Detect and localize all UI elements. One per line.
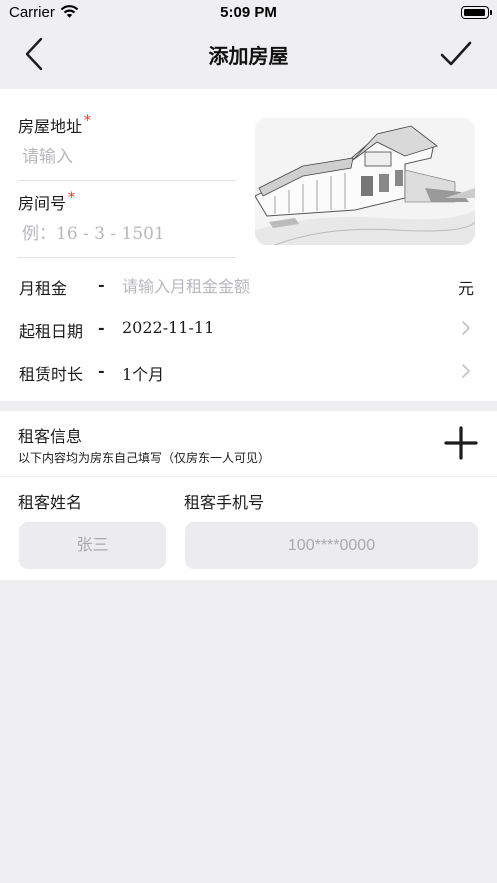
tenant-info-header: 租客信息 以下内容均为房东自己填写（仅房东一人可见）	[0, 411, 497, 476]
address-input[interactable]	[22, 143, 232, 171]
house-info-section: 房屋地址* 房间号*	[0, 89, 497, 401]
address-label-text: 房屋地址	[18, 117, 83, 136]
divider	[18, 257, 236, 258]
rent-dash: -	[98, 275, 105, 294]
clock: 5:09 PM	[220, 4, 277, 21]
divider	[18, 180, 236, 181]
room-label: 房间号 *	[18, 190, 75, 214]
tenant-phone-input[interactable]	[185, 522, 478, 569]
page-title: 添加房屋	[208, 44, 289, 68]
room-number-input[interactable]	[22, 220, 232, 248]
duration-dash: -	[98, 361, 105, 380]
rent-label: 月租金	[19, 279, 68, 298]
tenant-name-label: 租客姓名	[18, 493, 83, 512]
add-tenant-button[interactable]	[442, 424, 480, 462]
tenant-info-subtitle: 以下内容均为房东自己填写（仅房东一人可见）	[18, 451, 271, 465]
duration-label: 租赁时长	[19, 365, 84, 384]
house-sketch-image	[255, 118, 475, 245]
tenant-form: 租客姓名 租客手机号	[0, 477, 497, 580]
chevron-right-icon	[462, 364, 470, 378]
required-mark: *	[68, 190, 76, 206]
plus-icon	[444, 426, 478, 460]
tenant-info-title: 租客信息	[18, 427, 83, 446]
chevron-right-icon	[462, 321, 470, 335]
confirm-button[interactable]	[437, 38, 475, 70]
address-label: 房屋地址 *	[18, 113, 91, 137]
nav-bar: 添加房屋	[0, 26, 497, 89]
start-date-value: 2022-11-11	[122, 318, 215, 337]
status-bar: Carrier 5:09 PM	[0, 0, 497, 26]
house-photo[interactable]	[255, 118, 475, 245]
duration-value: 1个月	[122, 365, 165, 384]
tenant-phone-label: 租客手机号	[184, 493, 265, 512]
battery-nub	[490, 10, 492, 15]
checkmark-icon	[440, 41, 472, 66]
room-label-text: 房间号	[18, 194, 67, 213]
add-house-screen: Carrier 5:09 PM 添加房屋 房屋地址 * 请输入 房间号 * 例：…	[0, 0, 497, 883]
required-mark: *	[84, 113, 92, 129]
start-date-label: 起租日期	[19, 322, 84, 341]
tenant-name-input[interactable]	[19, 522, 166, 569]
rent-unit: 元	[458, 279, 475, 298]
rent-input[interactable]	[122, 273, 442, 299]
battery-level	[464, 9, 485, 16]
start-date-dash: -	[98, 318, 105, 337]
battery-icon	[461, 6, 489, 19]
